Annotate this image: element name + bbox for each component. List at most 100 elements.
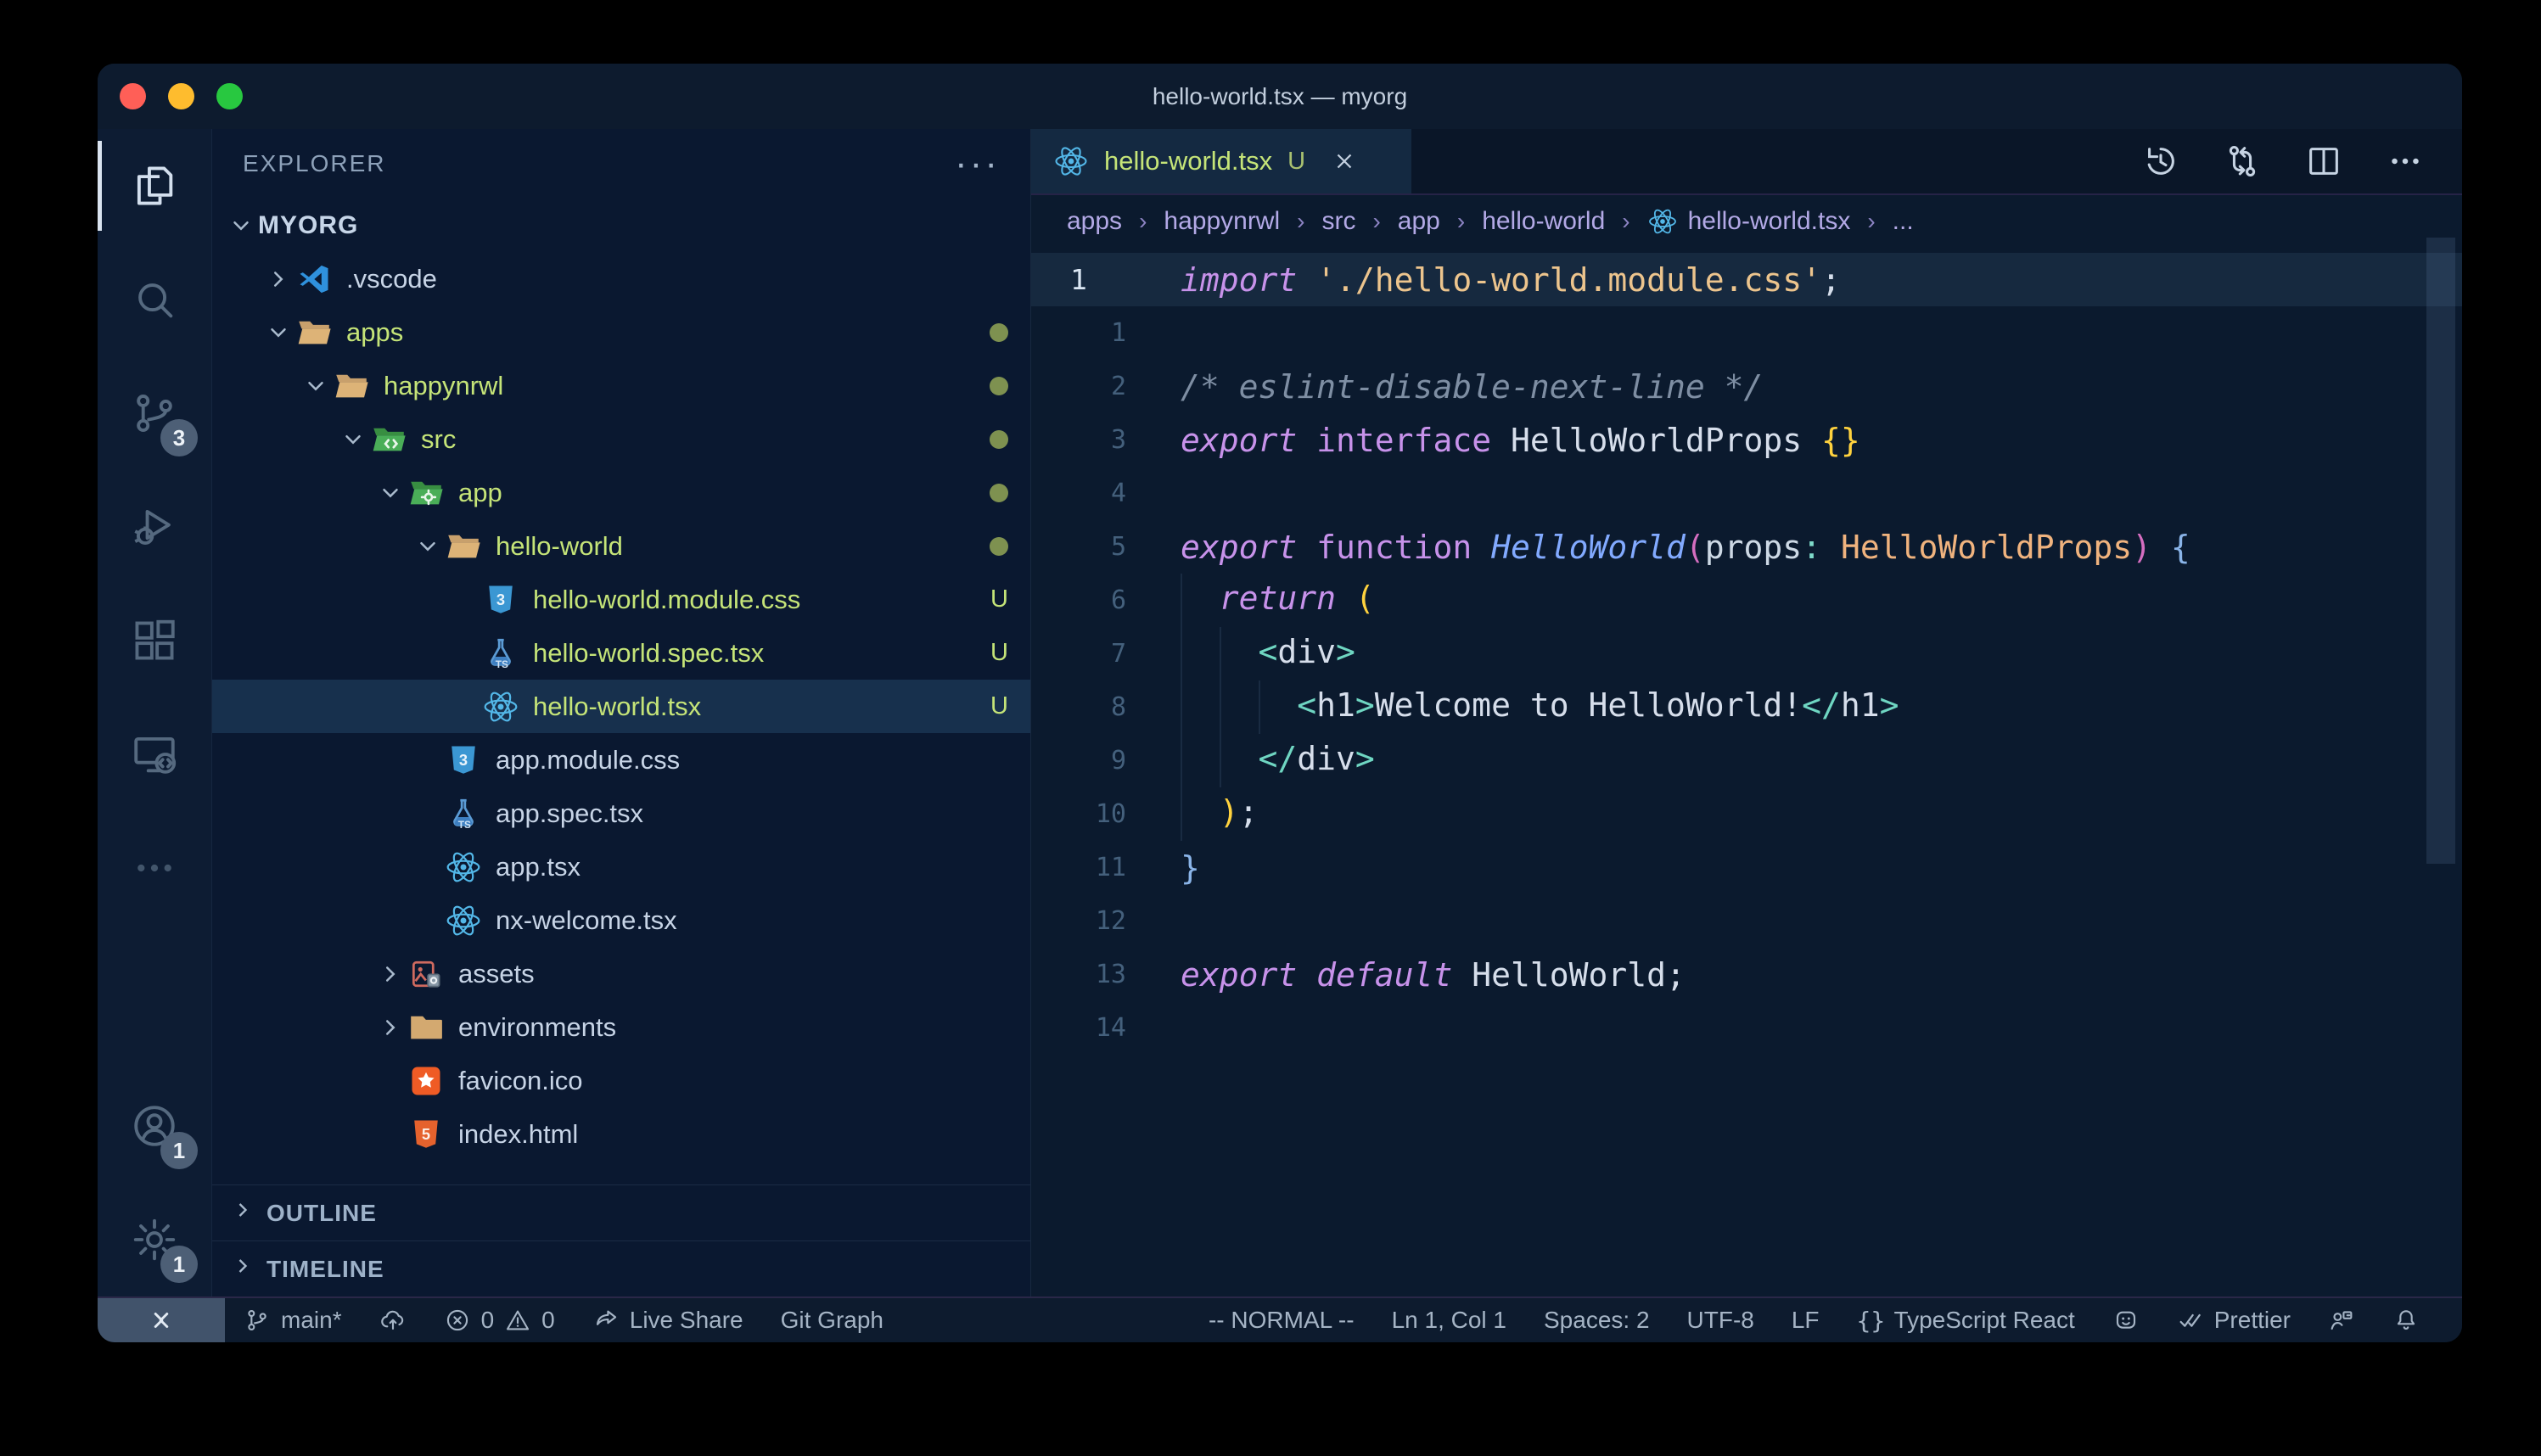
status-item-prettier[interactable]: Prettier bbox=[2158, 1298, 2309, 1342]
status-item-cursor-position[interactable]: Ln 1, Col 1 bbox=[1373, 1298, 1525, 1342]
minimize-window-button[interactable] bbox=[168, 83, 194, 109]
status-item-git-graph[interactable]: Git Graph bbox=[762, 1298, 902, 1342]
tree-item-label: app bbox=[458, 478, 502, 508]
breadcrumb-item--[interactable]: ... bbox=[1893, 207, 1914, 236]
line-number: 5 bbox=[1031, 532, 1158, 562]
tree-item-app-spec-tsx[interactable]: TSapp.spec.tsx bbox=[212, 787, 1030, 840]
breadcrumb-item-hello-world[interactable]: hello-world bbox=[1482, 207, 1605, 236]
tab-hello-world-tsx[interactable]: hello-world.tsx U bbox=[1031, 129, 1411, 193]
tree-item-app[interactable]: app bbox=[212, 466, 1030, 519]
tree-item-hello-world-spec-tsx[interactable]: TShello-world.spec.tsxU bbox=[212, 626, 1030, 680]
git-modified-dot-badge bbox=[990, 430, 1008, 449]
code-line: 10); bbox=[1031, 787, 2462, 841]
status-item-sync[interactable] bbox=[361, 1298, 425, 1342]
zoom-window-button[interactable] bbox=[216, 83, 243, 109]
chevron-down-icon bbox=[261, 320, 295, 345]
status-item-problems[interactable]: 00 bbox=[425, 1298, 574, 1342]
line-number: 12 bbox=[1031, 906, 1158, 936]
tree-item-hello-world-module-css[interactable]: 3hello-world.module.cssU bbox=[212, 573, 1030, 626]
explorer-sidebar: EXPLORER ··· MYORG.vscodeappshappynrwlsr… bbox=[212, 129, 1031, 1296]
breadcrumb-item-hello-world-tsx[interactable]: hello-world.tsx bbox=[1647, 206, 1851, 237]
tree-item-label: hello-world bbox=[496, 531, 623, 562]
tree-item-app-tsx[interactable]: app.tsx bbox=[212, 840, 1030, 893]
tree-item-label: app.module.css bbox=[496, 745, 680, 776]
code-line: 11} bbox=[1031, 841, 2462, 894]
activity-item-search[interactable] bbox=[98, 243, 211, 356]
activity-item-extensions[interactable] bbox=[98, 584, 211, 697]
activity-item-accounts[interactable]: 1 bbox=[98, 1069, 211, 1183]
breadcrumb-item-src[interactable]: src bbox=[1321, 207, 1355, 236]
code-line: 12 bbox=[1031, 894, 2462, 948]
close-window-button[interactable] bbox=[120, 83, 146, 109]
close-tab-icon[interactable] bbox=[1327, 144, 1361, 178]
status-item-notifications[interactable] bbox=[2374, 1298, 2438, 1342]
activity-item-remote-explorer[interactable] bbox=[98, 697, 211, 811]
folder-open-icon bbox=[333, 367, 370, 405]
explorer-more-actions-button[interactable]: ··· bbox=[955, 155, 1000, 172]
tree-item-index-html[interactable]: 5index.html bbox=[212, 1107, 1030, 1161]
status-item-feedback[interactable] bbox=[2094, 1298, 2158, 1342]
tree-item-nx-welcome-tsx[interactable]: nx-welcome.tsx bbox=[212, 893, 1030, 947]
test-icon: TS bbox=[482, 635, 519, 672]
code-line: 13export default HelloWorld; bbox=[1031, 948, 2462, 1001]
status-item-vim-mode[interactable]: -- NORMAL -- bbox=[1190, 1298, 1373, 1342]
activity-item-more-views[interactable] bbox=[98, 811, 211, 925]
cloud-upload-icon bbox=[379, 1307, 407, 1334]
line-number: 6 bbox=[1031, 585, 1158, 615]
code-line: 14 bbox=[1031, 1001, 2462, 1055]
html5-icon: 5 bbox=[407, 1116, 445, 1153]
test-icon: TS bbox=[445, 795, 482, 832]
breadcrumb-item-apps[interactable]: apps bbox=[1067, 207, 1122, 236]
code-editor[interactable]: 1import './hello-world.module.css';12/* … bbox=[1031, 248, 2462, 1296]
status-item-branch[interactable]: main* bbox=[225, 1298, 361, 1342]
chevron-right-icon bbox=[231, 1254, 255, 1284]
activity-item-settings[interactable]: 1 bbox=[98, 1183, 211, 1296]
breadcrumb: apps›happynrwl›src›app›hello-world›hello… bbox=[1031, 195, 2462, 248]
tree-item-happynrwl[interactable]: happynrwl bbox=[212, 359, 1030, 412]
status-item-label: -- NORMAL -- bbox=[1209, 1307, 1355, 1334]
chevron-down-icon bbox=[336, 427, 370, 452]
status-item-indentation[interactable]: Spaces: 2 bbox=[1525, 1298, 1669, 1342]
status-item-live-share[interactable]: Live Share bbox=[574, 1298, 762, 1342]
line-number: 2 bbox=[1031, 372, 1158, 401]
status-item-eol[interactable]: LF bbox=[1773, 1298, 1838, 1342]
timeline-section-header[interactable]: TIMELINE bbox=[212, 1240, 1030, 1296]
status-item-live-share-contacts[interactable] bbox=[2309, 1298, 2374, 1342]
line-number: 13 bbox=[1031, 960, 1158, 989]
tree-item-myorg[interactable]: MYORG bbox=[212, 199, 1030, 252]
tree-item-apps[interactable]: apps bbox=[212, 305, 1030, 359]
line-number: 11 bbox=[1031, 853, 1158, 882]
status-item-language-mode[interactable]: {}TypeScript React bbox=[1838, 1298, 2094, 1342]
tree-item-environments[interactable]: environments bbox=[212, 1000, 1030, 1054]
code-line: 8<h1>Welcome to HelloWorld!</h1> bbox=[1031, 680, 2462, 734]
breadcrumb-item-happynrwl[interactable]: happynrwl bbox=[1164, 207, 1280, 236]
activity-item-source-control[interactable]: 3 bbox=[98, 356, 211, 470]
open-changes-button[interactable] bbox=[2223, 142, 2262, 181]
status-item-encoding[interactable]: UTF-8 bbox=[1669, 1298, 1773, 1342]
git-modified-dot-badge bbox=[990, 377, 1008, 395]
tree-item-src[interactable]: src bbox=[212, 412, 1030, 466]
tree-item-hello-world-tsx[interactable]: hello-world.tsxU bbox=[212, 680, 1030, 733]
outline-section-header[interactable]: OUTLINE bbox=[212, 1184, 1030, 1240]
activity-item-explorer[interactable] bbox=[98, 129, 211, 243]
more-actions-button[interactable] bbox=[2386, 142, 2425, 181]
status-item-label: TypeScript React bbox=[1894, 1307, 2075, 1334]
split-editor-button[interactable] bbox=[2304, 142, 2343, 181]
tree-item-assets[interactable]: assets bbox=[212, 947, 1030, 1000]
folder-open-icon bbox=[295, 314, 333, 351]
status-item-label: main* bbox=[281, 1307, 342, 1334]
tree-item-label: environments bbox=[458, 1012, 616, 1043]
code-line: 1import './hello-world.module.css'; bbox=[1031, 253, 2462, 306]
remote-indicator[interactable] bbox=[98, 1298, 225, 1342]
tree-item-favicon-ico[interactable]: favicon.ico bbox=[212, 1054, 1030, 1107]
editor-scrollbar[interactable] bbox=[2426, 238, 2455, 864]
breadcrumb-item-app[interactable]: app bbox=[1398, 207, 1440, 236]
breadcrumb-label: happynrwl bbox=[1164, 207, 1280, 236]
tree-item-hello-world[interactable]: hello-world bbox=[212, 519, 1030, 573]
open-timeline-button[interactable] bbox=[2141, 142, 2180, 181]
line-number: 10 bbox=[1031, 799, 1158, 829]
tree-item-app-module-css[interactable]: 3app.module.css bbox=[212, 733, 1030, 787]
tree-item--vscode[interactable]: .vscode bbox=[212, 252, 1030, 305]
tab-label: hello-world.tsx bbox=[1104, 146, 1272, 176]
activity-item-run-debug[interactable] bbox=[98, 470, 211, 584]
